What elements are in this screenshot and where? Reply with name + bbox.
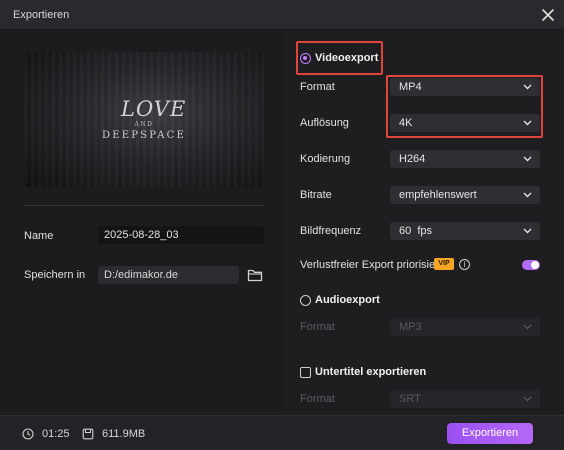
audio-format-value: MP3 — [399, 321, 422, 333]
title-bar: Exportieren — [0, 0, 564, 30]
encoding-label: Kodierung — [300, 153, 351, 165]
chevron-down-icon — [523, 228, 532, 234]
bitrate-select[interactable]: empfehlenswert — [390, 186, 540, 204]
right-panel: Videoexport Format MP4 Auflösung 4K Kodi… — [282, 30, 564, 415]
footer-bar: 01:25 611.9MB Exportieren — [0, 415, 564, 450]
encoding-select[interactable]: H264 — [390, 150, 540, 168]
chevron-down-icon — [523, 324, 532, 330]
subtitle-format-select[interactable]: SRT — [390, 390, 540, 408]
name-label: Name — [24, 230, 54, 242]
vip-badge: VIP — [434, 258, 454, 270]
encoding-value: H264 — [399, 153, 426, 165]
file-size-text: 611.9MB — [102, 428, 146, 440]
video-export-radio[interactable] — [300, 53, 311, 64]
audio-format-select[interactable]: MP3 — [390, 318, 540, 336]
subtitle-export-checkbox[interactable] — [300, 367, 311, 378]
lossless-toggle[interactable] — [522, 260, 540, 270]
chevron-down-icon — [523, 396, 532, 402]
chevron-down-icon — [523, 120, 532, 126]
framerate-value: 60 fps — [399, 225, 433, 237]
folder-icon[interactable] — [247, 268, 263, 282]
resolution-label: Auflösung — [300, 117, 349, 129]
audio-format-label: Format — [300, 321, 335, 333]
video-export-label: Videoexport — [315, 52, 379, 64]
chevron-down-icon — [523, 192, 532, 198]
framerate-label: Bildfrequenz — [300, 225, 362, 237]
resolution-value: 4K — [399, 117, 413, 129]
clock-icon — [22, 428, 34, 440]
resolution-select[interactable]: 4K — [390, 114, 540, 132]
chevron-down-icon — [523, 156, 532, 162]
save-location-label: Speichern in — [24, 269, 86, 281]
preview-title-line3: DEEPSPACE — [102, 130, 186, 141]
storage-icon — [82, 428, 94, 440]
subtitle-format-label: Format — [300, 393, 335, 405]
bitrate-label: Bitrate — [300, 189, 332, 201]
info-icon[interactable]: i — [459, 259, 470, 270]
save-path-field[interactable]: D:/edimakor.de — [98, 266, 239, 284]
bitrate-value: empfehlenswert — [399, 189, 477, 201]
framerate-select[interactable]: 60 fps — [390, 222, 540, 240]
audio-export-label: Audioexport — [315, 294, 380, 306]
chevron-down-icon — [523, 84, 532, 90]
preview-title-line1: LOVE — [120, 97, 186, 121]
video-preview: LOVE AND DEEPSPACE — [24, 52, 264, 187]
preview-title-line2: AND — [134, 121, 154, 128]
video-format-value: MP4 — [399, 81, 422, 93]
audio-export-radio[interactable] — [300, 295, 311, 306]
window-title: Exportieren — [13, 9, 70, 21]
preview-title-art: LOVE AND DEEPSPACE — [102, 97, 186, 141]
subtitle-export-label: Untertitel exportieren — [315, 366, 427, 378]
lossless-label: Verlustfreier Export priorisiert — [300, 259, 442, 271]
left-divider — [24, 205, 264, 206]
export-button[interactable]: Exportieren — [447, 423, 533, 444]
video-format-select[interactable]: MP4 — [390, 78, 540, 96]
name-field[interactable]: 2025-08-28_03 — [98, 226, 264, 244]
video-format-label: Format — [300, 81, 335, 93]
duration-text: 01:25 — [42, 428, 70, 440]
subtitle-format-value: SRT — [399, 393, 421, 405]
close-icon[interactable] — [538, 5, 558, 25]
left-panel: LOVE AND DEEPSPACE Name 2025-08-28_03 Sp… — [0, 30, 282, 415]
